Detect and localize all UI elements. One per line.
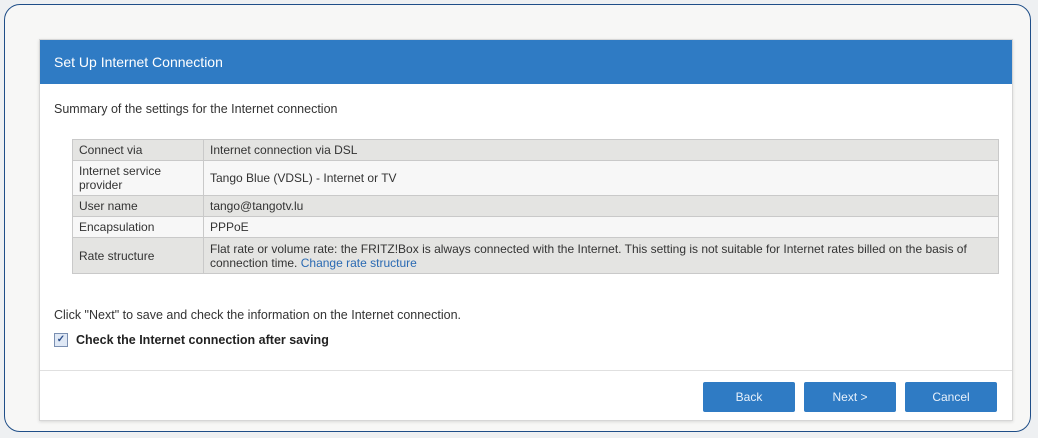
check-connection-checkbox[interactable]: ✓: [54, 333, 68, 347]
back-button[interactable]: Back: [703, 382, 795, 412]
next-button[interactable]: Next >: [804, 382, 896, 412]
row-label-connect-via: Connect via: [72, 139, 204, 161]
row-label-encapsulation: Encapsulation: [72, 216, 204, 238]
checkbox-label: Check the Internet connection after savi…: [76, 333, 329, 347]
row-label-isp: Internet service provider: [72, 160, 204, 196]
table-row: Connect via Internet connection via DSL: [72, 139, 999, 161]
row-value-encapsulation: PPPoE: [203, 216, 999, 238]
dialog-title: Set Up Internet Connection: [40, 40, 1012, 84]
row-value-user-name: tango@tangotv.lu: [203, 195, 999, 217]
check-connection-option: ✓ Check the Internet connection after sa…: [54, 333, 329, 347]
divider: [40, 370, 1012, 371]
outer-frame: Set Up Internet Connection Summary of th…: [4, 4, 1031, 432]
row-value-isp: Tango Blue (VDSL) - Internet or TV: [203, 160, 999, 196]
cancel-button[interactable]: Cancel: [905, 382, 997, 412]
table-row: User name tango@tangotv.lu: [72, 195, 999, 217]
table-row: Internet service provider Tango Blue (VD…: [72, 160, 999, 196]
settings-summary-table: Connect via Internet connection via DSL …: [72, 139, 999, 274]
change-rate-structure-link[interactable]: Change rate structure: [301, 256, 417, 270]
row-label-rate-structure: Rate structure: [72, 237, 204, 274]
save-note: Click "Next" to save and check the infor…: [54, 308, 462, 322]
table-row: Encapsulation PPPoE: [72, 216, 999, 238]
row-value-connect-via: Internet connection via DSL: [203, 139, 999, 161]
row-label-user-name: User name: [72, 195, 204, 217]
row-value-rate-structure: Flat rate or volume rate: the FRITZ!Box …: [203, 237, 999, 274]
summary-heading: Summary of the settings for the Internet…: [54, 102, 338, 116]
table-row: Rate structure Flat rate or volume rate:…: [72, 237, 999, 274]
setup-dialog: Set Up Internet Connection Summary of th…: [39, 39, 1013, 421]
